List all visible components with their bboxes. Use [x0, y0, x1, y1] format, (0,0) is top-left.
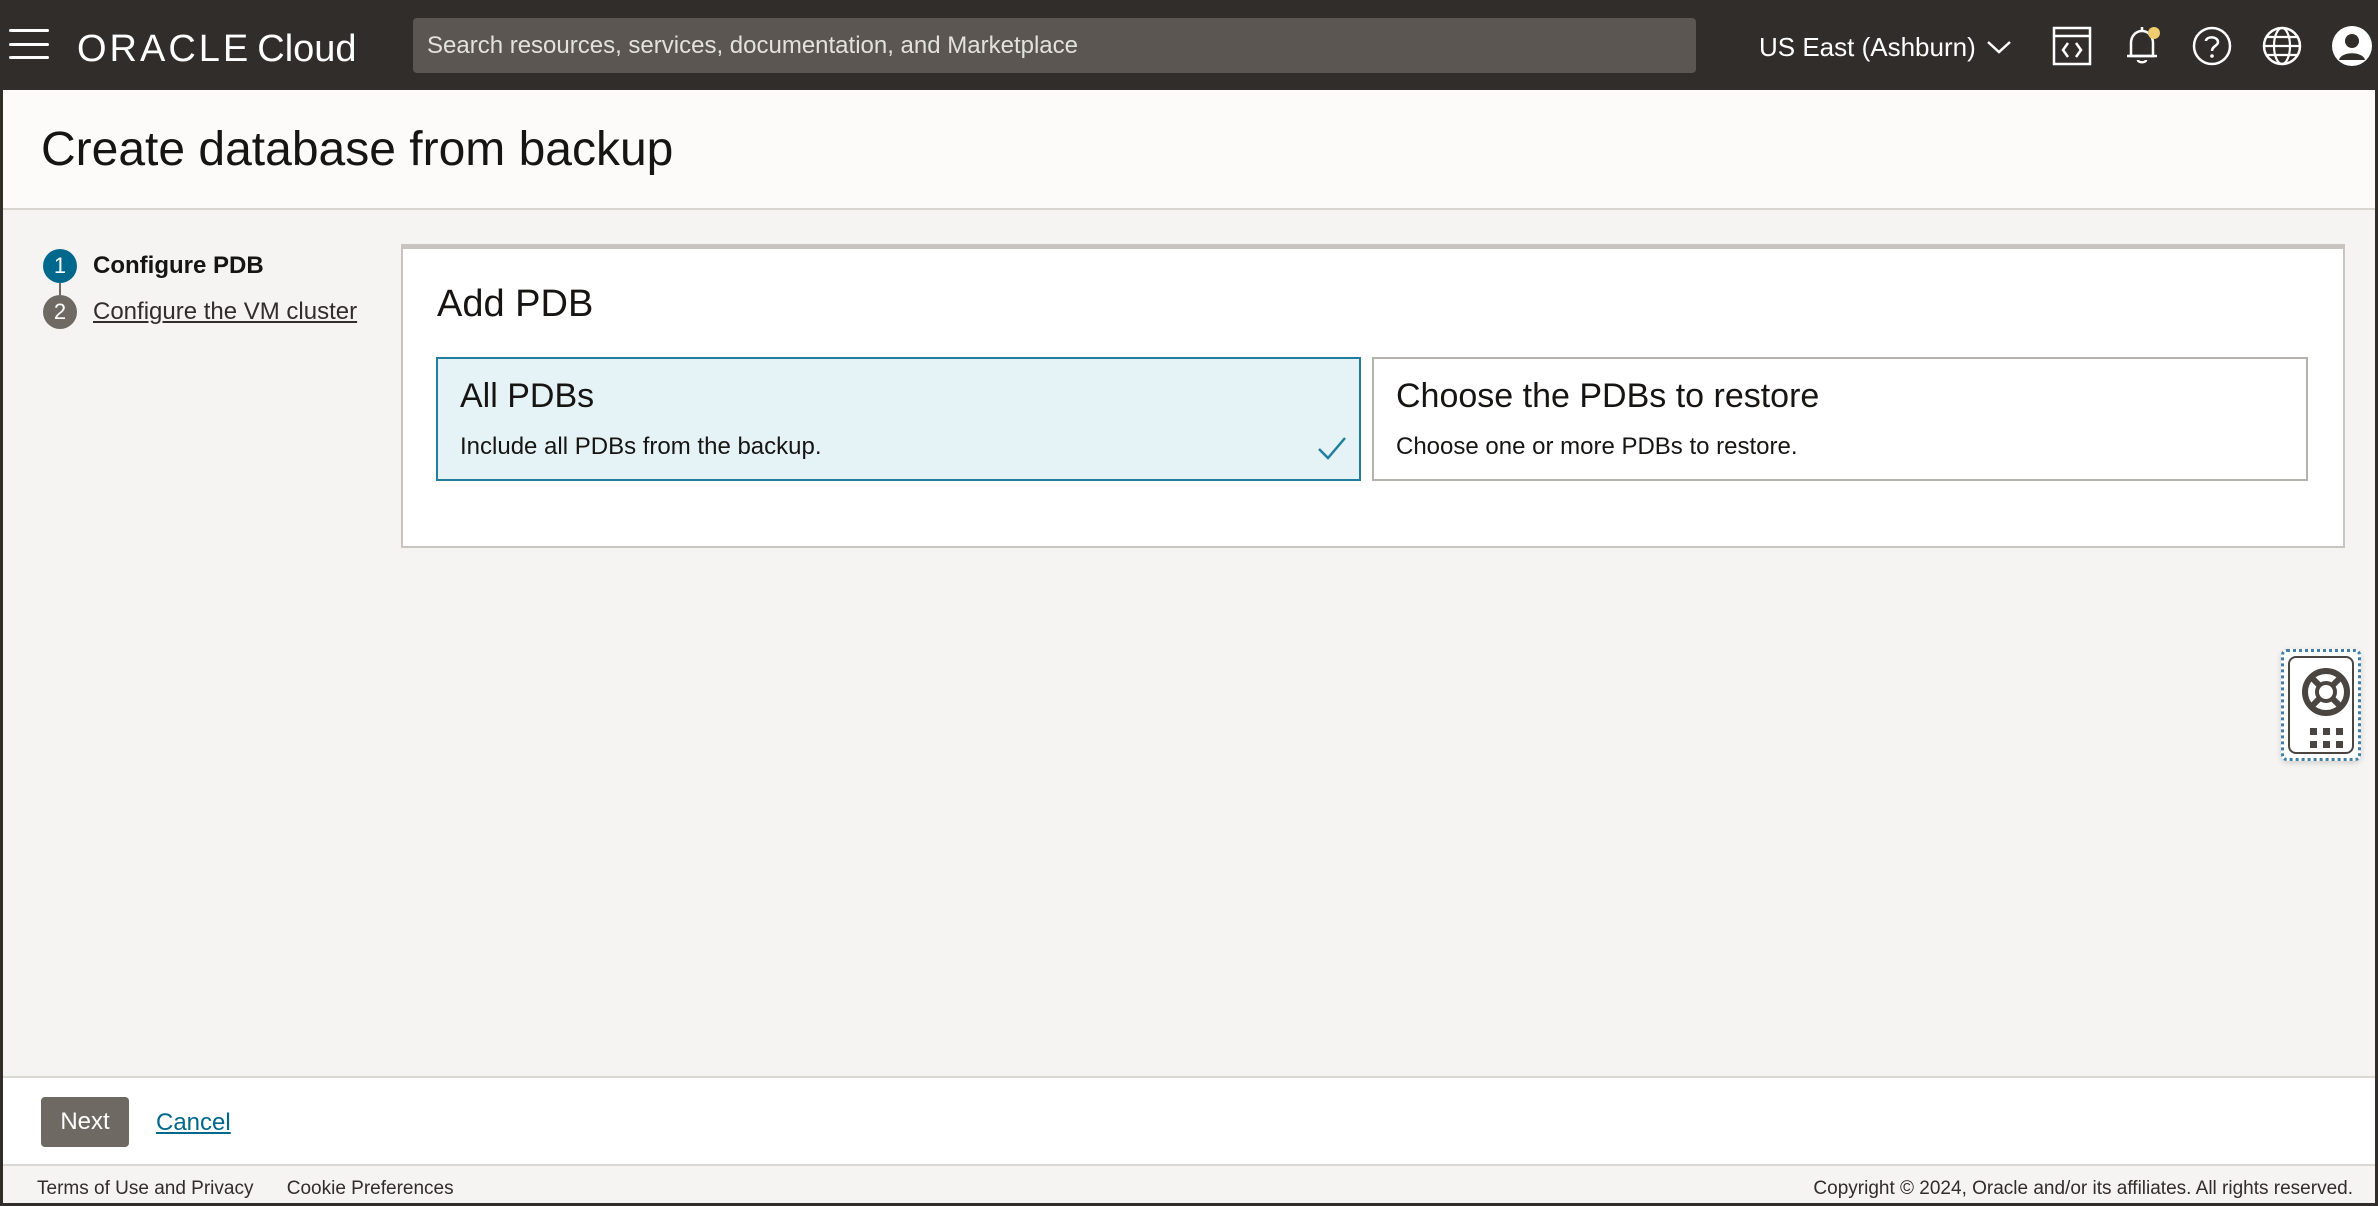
option-title: Choose the PDBs to restore: [1396, 377, 1820, 415]
code-editor-icon[interactable]: [2049, 23, 2095, 69]
menu-icon[interactable]: [9, 29, 49, 59]
region-label: US East (Ashburn): [1759, 31, 1976, 62]
step-number: 2: [43, 295, 77, 329]
option-description: Choose one or more PDBs to restore.: [1396, 433, 1798, 460]
oracle-cloud-logo[interactable]: ORACLE Cloud: [77, 27, 357, 71]
step-configure-vm-cluster[interactable]: 2 Configure the VM cluster: [43, 289, 373, 335]
step-number: 1: [43, 249, 77, 283]
logo-product: Cloud: [257, 28, 357, 70]
browser-frame: ORACLECloud US East (Ashburn): [0, 0, 2378, 1206]
step-configure-pdb[interactable]: 1 Configure PDB: [43, 243, 373, 295]
footer-links: Terms of Use and Privacy Cookie Preferen…: [37, 1178, 482, 1200]
terms-link[interactable]: Terms of Use and Privacy: [37, 1178, 253, 1199]
help-icon[interactable]: [2189, 23, 2235, 69]
bell-icon[interactable]: [2119, 23, 2165, 69]
option-title: All PDBs: [460, 377, 595, 415]
lifebuoy-icon: [2302, 668, 2350, 716]
help-widget-inner: [2288, 656, 2354, 754]
top-navigation-bar: ORACLECloud US East (Ashburn): [3, 3, 2375, 90]
option-all-pdbs[interactable]: All PDBs Include all PDBs from the backu…: [436, 357, 1361, 481]
notification-dot: [2148, 27, 2160, 39]
copyright-text: Copyright © 2024, Oracle and/or its affi…: [1813, 1178, 2353, 1199]
action-bar: Next Cancel: [3, 1076, 2375, 1164]
page-title: Create database from backup: [41, 123, 674, 176]
page-header: Create database from backup: [3, 90, 2375, 210]
add-pdb-card: Add PDB All PDBs Include all PDBs from t…: [401, 244, 2345, 548]
step-label: Configure PDB: [93, 252, 264, 279]
search-input[interactable]: [413, 18, 1696, 73]
help-widget[interactable]: [2281, 649, 2361, 761]
logo-brand: ORACLE: [77, 28, 252, 70]
cookie-preferences-link[interactable]: Cookie Preferences: [287, 1178, 454, 1199]
user-icon[interactable]: [2329, 23, 2375, 69]
globe-icon[interactable]: [2259, 23, 2305, 69]
option-choose-pdbs[interactable]: Choose the PDBs to restore Choose one or…: [1372, 357, 2308, 481]
card-title: Add PDB: [437, 283, 594, 325]
chevron-down-icon: [1986, 41, 2011, 54]
cancel-link[interactable]: Cancel: [156, 1109, 231, 1137]
legal-footer: Terms of Use and Privacy Cookie Preferen…: [3, 1164, 2375, 1203]
next-button[interactable]: Next: [41, 1097, 129, 1147]
checkmark-icon: [1318, 437, 1346, 460]
step-label-link[interactable]: Configure the VM cluster: [93, 298, 357, 326]
region-selector[interactable]: US East (Ashburn): [1759, 27, 2012, 67]
wizard-steps: 1 Configure PDB 2 Configure the VM clust…: [43, 243, 373, 335]
grid-dots-icon: [2310, 728, 2343, 748]
option-description: Include all PDBs from the backup.: [460, 433, 822, 460]
